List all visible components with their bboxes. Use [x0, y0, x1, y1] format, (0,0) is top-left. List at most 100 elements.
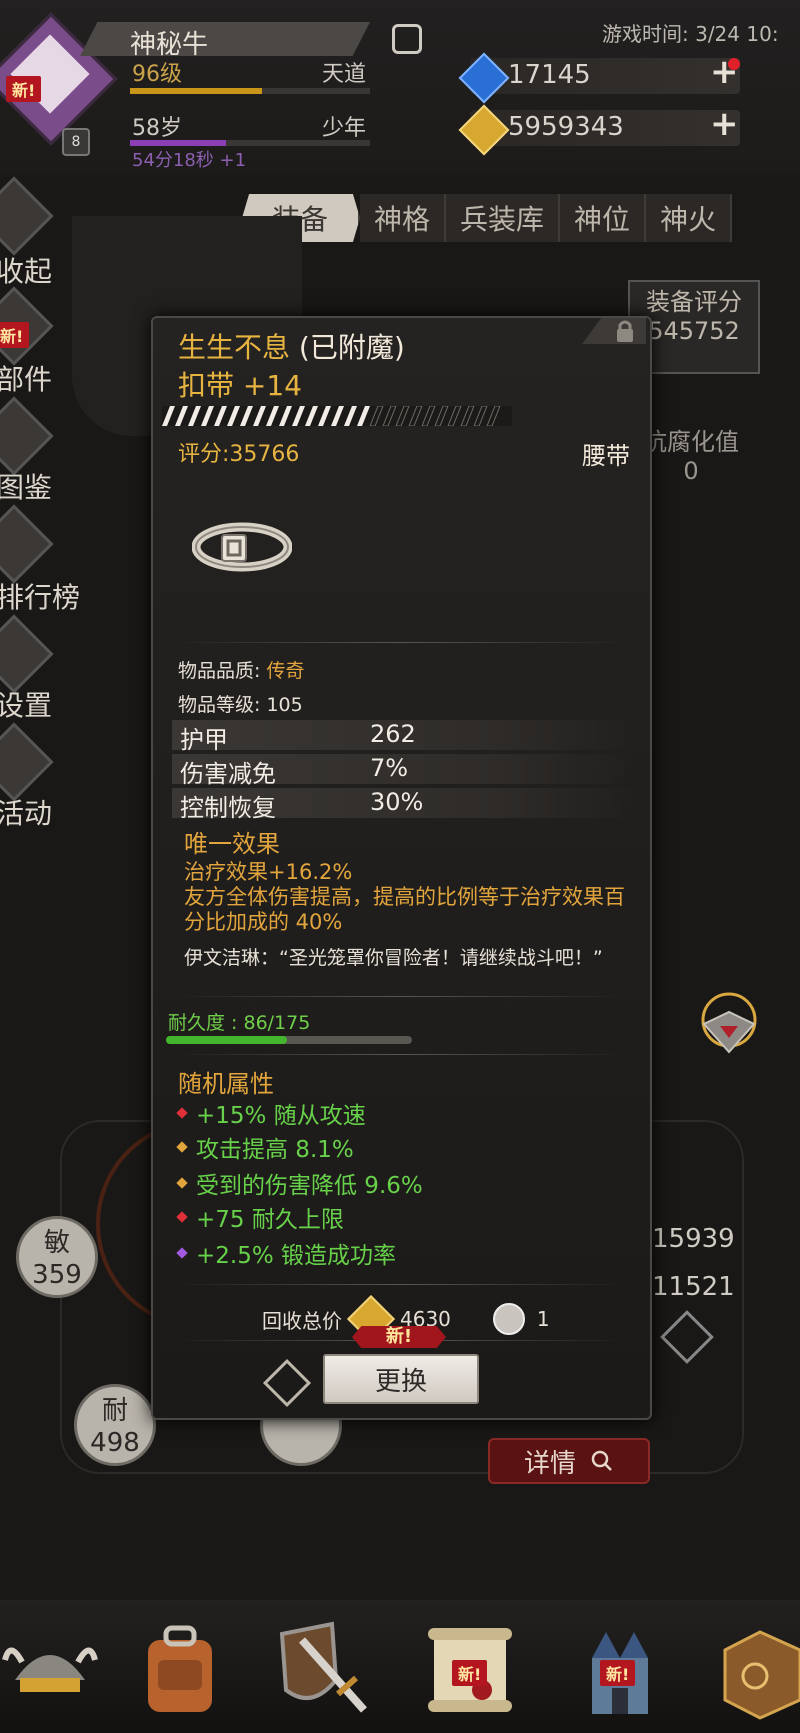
upgrade-progress-stripes	[162, 406, 512, 426]
stat-endurance-label: 耐	[101, 1396, 128, 1426]
random-attr-5: +2.5% 锻造成功率	[176, 1236, 397, 1270]
tab-godhood[interactable]: 神位	[560, 194, 647, 242]
player-stage: 少年	[322, 116, 367, 141]
stat-agility-value: 359	[32, 1260, 82, 1290]
stat-endurance-value: 498	[90, 1428, 140, 1458]
tab-armory[interactable]: 兵装库	[446, 194, 561, 242]
codex-icon[interactable]	[0, 396, 54, 476]
name-bar	[80, 22, 370, 56]
diamond-icon	[176, 1141, 188, 1153]
player-level: 96级	[132, 62, 182, 87]
item-level: 物品等级: 105	[178, 694, 303, 716]
random-attr-4-text: +75 耐久上限	[196, 1207, 344, 1233]
divider-3	[172, 1054, 628, 1055]
parts-new-badge: 新!	[0, 322, 30, 348]
level-progress-fill	[130, 88, 262, 94]
details-button[interactable]: 详情	[488, 1438, 650, 1484]
corruption-value: 0	[683, 457, 699, 485]
player-rank: 天道	[322, 62, 367, 87]
item-score: 评分:35766	[178, 442, 300, 467]
stat-armor-value: 262	[370, 720, 416, 748]
item-enchant-status: (已附魔)	[298, 331, 405, 364]
notification-dot-icon	[728, 58, 740, 70]
unique-effect-title: 唯一效果	[184, 830, 280, 858]
random-attr-2-text: 攻击提高 8.1%	[196, 1137, 354, 1163]
item-quality: 物品品质: 传奇	[178, 656, 304, 683]
diamond-icon	[176, 1247, 188, 1259]
diamond-icon	[176, 1107, 188, 1119]
rune-cube-icon	[723, 1630, 800, 1720]
corruption-resistance: 抗腐化值 0	[636, 422, 746, 485]
recycle-label: 回收总价	[262, 1308, 342, 1333]
replace-button[interactable]: 更换	[323, 1354, 479, 1404]
side-item-leaderboard[interactable]: 排行榜	[0, 576, 80, 616]
divider-4	[172, 1284, 628, 1285]
random-attr-4: +75 耐久上限	[176, 1200, 344, 1234]
nav-equipment[interactable]	[272, 1610, 382, 1730]
unique-effect-line-1: 治疗效果+16.2%	[184, 860, 353, 884]
tab-divine-fire[interactable]: 神火	[646, 194, 733, 242]
item-subtitle: 扣带 +14	[178, 369, 302, 402]
gem-count: 17145	[508, 60, 591, 90]
nav-backpack[interactable]	[130, 1610, 240, 1730]
side-item-collapse[interactable]: 收起	[0, 250, 52, 290]
material-icon	[492, 1303, 525, 1335]
item-name: 生生不息	[178, 331, 291, 364]
add-gold-button[interactable]: +	[710, 104, 739, 144]
right-stat-value-2: 11521	[652, 1272, 735, 1302]
age-timer: 54分18秒 +1	[132, 150, 247, 171]
recycle-material: 1	[536, 1307, 550, 1331]
durability-fill	[166, 1036, 287, 1044]
random-attr-2: 攻击提高 8.1%	[176, 1130, 354, 1164]
stat-control-recovery-value: 30%	[370, 788, 424, 816]
durability-bar	[166, 1036, 412, 1044]
random-attr-1-text: +15% 随从攻速	[196, 1103, 366, 1129]
side-item-events[interactable]: 活动	[0, 792, 52, 832]
collapse-icon[interactable]	[0, 176, 54, 256]
random-attr-3-text: 受到的伤害降低 9.6%	[196, 1173, 423, 1199]
random-attr-1: +15% 随从攻速	[176, 1096, 366, 1130]
corruption-label: 抗腐化值	[643, 428, 739, 456]
quality-label: 物品品质:	[178, 660, 267, 682]
shield-sword-icon	[279, 1621, 367, 1713]
random-attr-5-text: +2.5% 锻造成功率	[196, 1243, 397, 1269]
viking-helmet-icon	[2, 1647, 98, 1692]
bottom-nav	[0, 1600, 800, 1733]
search-icon	[591, 1450, 612, 1471]
events-icon[interactable]	[0, 722, 54, 802]
stat-agility-label: 敏	[43, 1228, 70, 1258]
level-progress-bar	[130, 88, 370, 94]
diamond-icon	[176, 1177, 188, 1189]
avatar-level-badge: 8	[62, 128, 90, 156]
item-title: 生生不息 (已附魔)	[178, 326, 405, 366]
item-flavor-quote: 伊文洁琳：“圣光笼罩你冒险者！请继续战斗吧！”	[184, 947, 603, 969]
stat-agility: 敏 359	[16, 1216, 98, 1298]
quality-value: 传奇	[266, 660, 305, 682]
town-new-badge: 新!	[600, 1660, 636, 1686]
tab-bar: 装备 神格 兵装库 神位 神火	[242, 194, 733, 244]
leaderboard-icon[interactable]	[0, 504, 54, 584]
game-time: 游戏时间: 3/24 10:	[602, 22, 779, 46]
settings-gear-icon[interactable]	[0, 614, 54, 694]
unique-effect-line-2: 友方全体伤害提高，提高的比例等于治疗效果百分比加成的 40%	[184, 885, 625, 934]
stat-damage-reduction-value: 7%	[370, 754, 409, 782]
stat-endurance: 耐 498	[74, 1384, 156, 1466]
nav-cube[interactable]	[715, 1610, 800, 1730]
divider-2	[172, 996, 628, 997]
side-item-settings[interactable]: 设置	[0, 684, 52, 724]
equip-score-label: 装备评分	[646, 288, 742, 316]
tab-divinity[interactable]: 神格	[360, 194, 447, 242]
side-item-codex[interactable]: 图鉴	[0, 466, 52, 506]
diamond-icon	[176, 1211, 188, 1223]
side-item-parts[interactable]: 部件	[0, 358, 52, 398]
gold-count: 5959343	[508, 112, 624, 142]
backpack-icon	[148, 1625, 212, 1712]
stat-damage-reduction-name: 伤害减免	[180, 760, 276, 788]
belt-icon	[192, 522, 292, 572]
lock-icon	[617, 320, 633, 342]
stat-control-recovery-name: 控制恢复	[180, 794, 276, 822]
edit-icon[interactable]	[392, 24, 422, 54]
nav-hero[interactable]	[0, 1610, 110, 1730]
replace-new-badge: 新!	[352, 1326, 446, 1348]
winged-helmet-icon[interactable]	[694, 990, 764, 1060]
